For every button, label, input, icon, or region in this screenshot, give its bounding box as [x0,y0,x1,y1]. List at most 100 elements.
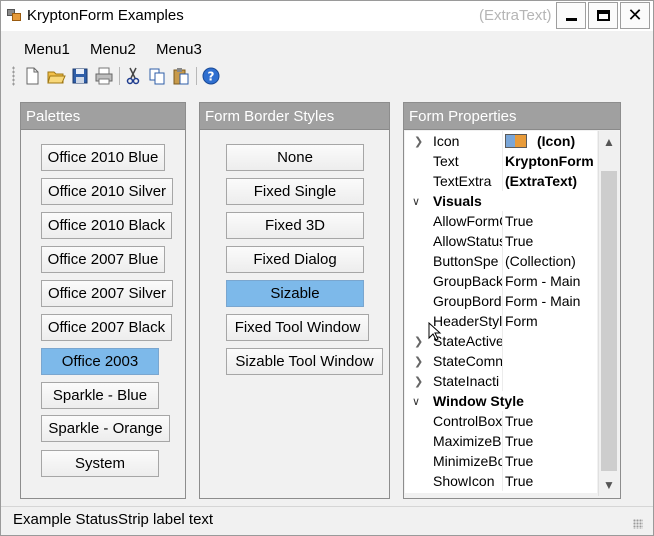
border-styles-title: Form Border Styles [205,108,335,125]
property-value[interactable]: (Icon) [505,133,597,149]
palette-button-selected[interactable]: Office 2003 [41,348,159,375]
open-icon[interactable] [46,66,66,86]
border-style-button[interactable]: Fixed Single [226,178,364,205]
palette-button[interactable]: System [41,450,159,477]
chevron-down-icon[interactable]: ∨ [412,395,420,408]
property-value[interactable]: True [505,453,597,469]
property-value[interactable]: True [505,433,597,449]
property-row[interactable]: ControlBox True [405,411,597,431]
border-style-button[interactable]: None [226,144,364,171]
property-row[interactable]: ButtonSpe (Collection) [405,251,597,271]
property-row[interactable]: AllowFormC True [405,211,597,231]
scroll-down-icon[interactable]: ▼ [599,476,619,494]
property-value[interactable]: True [505,473,597,489]
property-value[interactable]: True [505,413,597,429]
property-category[interactable]: ∨ Visuals [405,191,597,211]
property-divider[interactable] [502,451,503,471]
property-divider[interactable] [502,271,503,291]
maximize-icon [597,10,610,21]
resize-grip-icon[interactable] [633,519,643,529]
cut-icon[interactable] [123,66,143,86]
property-value[interactable]: True [505,233,597,249]
property-value-text: (Collection) [505,253,576,269]
property-divider[interactable] [502,331,503,351]
new-icon[interactable] [22,66,42,86]
property-name: ButtonSpe [433,253,499,269]
property-divider[interactable] [502,431,503,451]
scroll-thumb[interactable] [601,171,617,471]
title-bar[interactable]: KryptonForm Examples (ExtraText) ✕ [1,1,653,31]
property-category[interactable]: ∨ Window Style [405,391,597,411]
palette-button[interactable]: Office 2007 Blue [41,246,165,273]
app-icon[interactable] [7,9,21,21]
maximize-button[interactable] [588,2,618,29]
property-row[interactable]: ShowIcon True [405,471,597,491]
property-grid[interactable]: ❯ Icon (Icon) Text KryptonForm TextExtra (Extr… [405,131,597,493]
property-divider[interactable] [502,151,503,171]
chevron-down-icon[interactable]: ∨ [412,195,420,208]
palette-button[interactable]: Sparkle - Orange [41,415,170,442]
property-grid-scrollbar[interactable]: ▲ ▼ [598,131,619,496]
property-row[interactable]: ❯ StateInacti [405,371,597,391]
property-row[interactable]: Text KryptonForm [405,151,597,171]
border-style-button[interactable]: Sizable Tool Window [226,348,383,375]
property-value[interactable]: KryptonForm [505,153,597,169]
menu-item-3[interactable]: Menu3 [156,41,202,58]
property-name: AllowStatus [433,233,503,249]
property-value[interactable]: Form [505,313,597,329]
property-value[interactable]: (ExtraText) [505,173,597,189]
property-row[interactable]: TextExtra (ExtraText) [405,171,597,191]
copy-icon[interactable] [147,66,167,86]
close-button[interactable]: ✕ [620,2,650,29]
chevron-right-icon[interactable]: ❯ [414,135,423,148]
property-value[interactable]: True [505,213,597,229]
toolbar-grip[interactable] [12,66,15,86]
minimize-button[interactable] [556,2,586,29]
property-row[interactable]: GroupBack Form - Main [405,271,597,291]
border-style-button[interactable]: Fixed Dialog [226,246,364,273]
property-value[interactable]: Form - Main [505,273,597,289]
property-divider[interactable] [502,471,503,491]
print-icon[interactable] [94,66,114,86]
property-divider[interactable] [502,231,503,251]
border-style-button-selected[interactable]: Sizable [226,280,364,307]
property-row[interactable]: GroupBord Form - Main [405,291,597,311]
chevron-right-icon[interactable]: ❯ [414,335,423,348]
palette-button[interactable]: Office 2007 Silver [41,280,173,307]
window-title: KryptonForm Examples [27,7,184,24]
property-row[interactable]: MinimizeBo True [405,451,597,471]
property-divider[interactable] [502,311,503,331]
property-row[interactable]: ❯ StateComn [405,351,597,371]
property-divider[interactable] [502,411,503,431]
form-properties-title: Form Properties [409,108,517,125]
property-divider[interactable] [502,211,503,231]
property-row[interactable]: ❯ Icon (Icon) [405,131,597,151]
help-icon[interactable]: ? [201,66,221,86]
property-divider[interactable] [502,351,503,371]
menu-item-1[interactable]: Menu1 [24,41,70,58]
property-divider[interactable] [502,171,503,191]
palette-button[interactable]: Office 2010 Blue [41,144,165,171]
chevron-right-icon[interactable]: ❯ [414,375,423,388]
property-row[interactable]: MaximizeBo True [405,431,597,451]
chevron-right-icon[interactable]: ❯ [414,355,423,368]
property-value[interactable]: (Collection) [505,253,597,269]
palette-button[interactable]: Sparkle - Blue [41,382,159,409]
menu-item-2[interactable]: Menu2 [90,41,136,58]
save-icon[interactable] [70,66,90,86]
property-value[interactable]: Form - Main [505,293,597,309]
property-divider[interactable] [502,131,503,151]
palette-button[interactable]: Office 2007 Black [41,314,172,341]
paste-icon[interactable] [171,66,191,86]
border-style-button[interactable]: Fixed 3D [226,212,364,239]
border-style-button[interactable]: Fixed Tool Window [226,314,369,341]
property-value-text: True [505,473,534,489]
palette-button[interactable]: Office 2010 Black [41,212,172,239]
property-row[interactable]: AllowStatus True [405,231,597,251]
property-divider[interactable] [502,291,503,311]
property-divider[interactable] [502,371,503,391]
palette-button[interactable]: Office 2010 Silver [41,178,173,205]
window-extra-text: (ExtraText) [479,7,552,24]
scroll-up-icon[interactable]: ▲ [599,133,619,151]
property-divider[interactable] [502,251,503,271]
